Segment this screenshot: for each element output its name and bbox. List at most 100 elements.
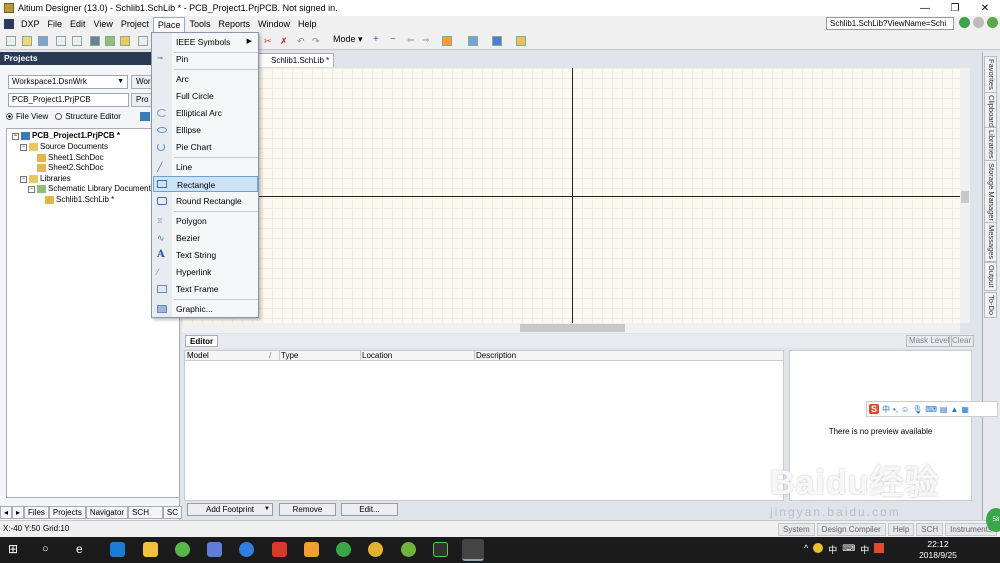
menu-file[interactable]: File — [44, 17, 67, 32]
browser-e-icon[interactable]: e — [76, 542, 91, 557]
tab-output[interactable]: Output — [984, 262, 997, 291]
save-icon[interactable] — [38, 36, 48, 46]
tree-item-libraries[interactable]: − Libraries — [20, 174, 71, 184]
arrow-left-icon[interactable]: ⇐ — [407, 35, 415, 45]
status-sch-button[interactable]: SCH — [916, 523, 944, 536]
ime-toolbox-icon[interactable]: ▤ — [940, 405, 948, 414]
taskbar-app-icon[interactable] — [239, 542, 254, 557]
ime-chinese-mode[interactable]: 中 — [882, 404, 890, 415]
floating-badge[interactable]: 58 — [986, 508, 1000, 532]
tray-app-icon[interactable] — [813, 543, 824, 553]
collapse-icon[interactable]: − — [28, 185, 35, 193]
ime-menu-icon[interactable]: ▦ — [961, 405, 969, 414]
library-icon[interactable] — [90, 36, 100, 46]
status-help-button[interactable]: Help — [887, 523, 915, 536]
menu-item-pie-chart[interactable]: Pie Chart — [153, 139, 258, 155]
collapse-icon[interactable]: − — [20, 175, 27, 183]
menu-item-ieee-symbols[interactable]: IEEE Symbols ▶ — [153, 34, 258, 50]
new-icon[interactable] — [6, 36, 16, 46]
project-field[interactable]: PCB_Project1.PrjPCB — [8, 93, 129, 107]
edge-icon[interactable] — [110, 542, 125, 557]
menu-item-pin[interactable]: ⊸ Pin — [153, 51, 258, 67]
clear-button[interactable]: Clear — [949, 335, 975, 347]
redo-icon[interactable]: ↷ — [312, 36, 320, 46]
mode-dropdown[interactable]: Mode ▾ — [333, 34, 363, 45]
folder-icon[interactable] — [120, 36, 130, 46]
menu-edit[interactable]: Edit — [66, 17, 90, 32]
taskbar-app-icon[interactable] — [272, 542, 287, 557]
tab-sch-library[interactable]: SCH Library — [128, 506, 163, 528]
menu-item-round-rectangle[interactable]: Round Rectangle — [153, 193, 258, 209]
menu-reports[interactable]: Reports — [214, 17, 254, 32]
filter-icon[interactable] — [442, 36, 452, 46]
taskbar-app-icon[interactable] — [401, 542, 416, 557]
collapse-icon[interactable]: − — [12, 132, 19, 140]
tray-ime-icon[interactable]: 中 — [828, 543, 837, 556]
print-preview-icon[interactable] — [72, 36, 82, 46]
graph-icon[interactable] — [468, 36, 478, 46]
tab-projects[interactable]: Projects — [48, 506, 86, 519]
menu-item-polygon[interactable]: ⧖ Polygon — [153, 213, 258, 229]
taskbar-clock[interactable]: 22:12 2018/9/25 — [912, 539, 964, 561]
tab-navigator[interactable]: Navigator — [85, 506, 129, 519]
menu-item-rectangle[interactable]: Rectangle — [153, 176, 258, 192]
menu-item-text-frame[interactable]: Text Frame — [153, 281, 258, 297]
menu-item-graphic[interactable]: Graphic... — [153, 301, 258, 317]
workspace-dropdown[interactable]: Workspace1.DsnWrk ▼ — [8, 75, 128, 89]
model-grid-body[interactable] — [184, 361, 784, 501]
menu-item-full-circle[interactable]: Full Circle — [153, 88, 258, 104]
tab-storage-manager[interactable]: Storage Manager — [984, 160, 997, 224]
delete-icon[interactable]: ✗ — [280, 36, 288, 46]
menu-project[interactable]: Project — [117, 17, 153, 32]
menu-item-bezier[interactable]: ∿ Bezier — [153, 230, 258, 246]
column-location[interactable]: Location — [362, 351, 392, 361]
column-description[interactable]: Description — [476, 351, 516, 361]
structure-editor-radio[interactable] — [55, 113, 63, 120]
tab-scroll-left-icon[interactable]: ◂ — [0, 506, 13, 519]
altium-taskbar-icon[interactable] — [462, 539, 484, 561]
component-icon[interactable] — [105, 36, 115, 46]
menu-window[interactable]: Window — [254, 17, 294, 32]
column-model[interactable]: Model — [187, 351, 209, 361]
cut-icon[interactable]: ✂ — [264, 36, 272, 46]
edit-button[interactable]: Edit... — [341, 503, 398, 516]
tab-files[interactable]: Files — [24, 506, 49, 519]
ime-punctuation-icon[interactable]: •, — [893, 405, 898, 414]
menu-tools[interactable]: Tools — [185, 17, 214, 32]
tab-messages[interactable]: Messages — [984, 222, 997, 263]
document-tab-schlib[interactable]: Schlib1.SchLib * — [256, 53, 335, 67]
tree-item-project[interactable]: − PCB_Project1.PrjPCB * — [12, 131, 120, 141]
tab-libraries[interactable]: Libraries — [984, 127, 997, 162]
status-system-button[interactable]: System — [778, 523, 815, 536]
tab-favorites[interactable]: Favorites — [984, 56, 997, 93]
tree-item-schlib[interactable]: Schlib1.SchLib * — [45, 195, 114, 205]
tree-item-sheet2[interactable]: Sheet2.SchDoc — [37, 163, 104, 173]
menu-item-elliptical-arc[interactable]: Elliptical Arc — [153, 105, 258, 121]
windows-start-icon[interactable]: ⊞ — [8, 542, 23, 557]
open-icon[interactable] — [22, 36, 32, 46]
search-icon[interactable]: ○ — [42, 542, 57, 557]
tray-expand-icon[interactable]: ^ — [804, 543, 808, 556]
zoom-icon[interactable] — [138, 36, 148, 46]
taskbar-app-icon[interactable] — [304, 542, 319, 557]
tab-sc[interactable]: SC — [162, 506, 182, 519]
document-path-field[interactable]: Schlib1.SchLib?ViewName=Schi — [826, 17, 954, 30]
menu-item-line[interactable]: ╱ Line — [153, 159, 258, 175]
tab-scroll-right-icon[interactable]: ▸ — [12, 506, 25, 519]
add-footprint-button[interactable]: Add Footprint ▼ — [187, 503, 273, 516]
menu-item-ellipse[interactable]: Ellipse — [153, 122, 258, 138]
tab-clipboard[interactable]: Clipboard — [984, 92, 997, 131]
horizontal-scroll-thumb[interactable] — [520, 324, 625, 332]
taskbar-app-icon[interactable] — [336, 542, 351, 557]
project-options-icon[interactable] — [139, 112, 150, 121]
menu-help[interactable]: Help — [294, 17, 321, 32]
minimize-button[interactable]: — — [910, 0, 940, 16]
menu-item-text-string[interactable]: A Text String — [153, 247, 258, 263]
menu-view[interactable]: View — [90, 17, 117, 32]
remove-icon[interactable]: − — [390, 34, 396, 45]
chevron-down-icon[interactable]: ▼ — [264, 504, 270, 515]
taskbar-app-icon[interactable] — [207, 542, 222, 557]
back-icon[interactable] — [959, 17, 970, 28]
tree-item-schematic-library-documents[interactable]: − Schematic Library Documents — [28, 184, 155, 194]
mask-level-button[interactable]: Mask Level — [906, 335, 953, 347]
